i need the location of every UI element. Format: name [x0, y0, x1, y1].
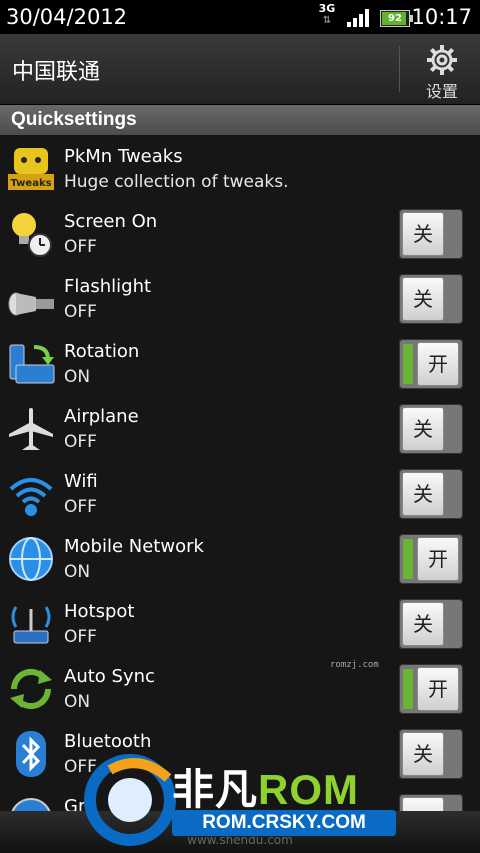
item-title: Rotation — [64, 341, 140, 362]
item-status: ON — [64, 692, 91, 712]
toggle-knob: 关 — [402, 732, 444, 776]
auto-sync-icon — [10, 668, 52, 710]
item-status: OFF — [64, 302, 97, 322]
item-status: OFF — [64, 627, 97, 647]
settings-button[interactable]: 设置 — [404, 34, 480, 104]
list-item-airplane[interactable]: Airplane OFF 关 — [0, 396, 480, 461]
list-item-hotspot[interactable]: Hotspot OFF 关 — [0, 591, 480, 656]
toggle-knob: 关 — [402, 602, 444, 646]
screen-on-toggle[interactable]: 关 — [399, 209, 463, 259]
status-date: 30/04/2012 — [6, 5, 128, 29]
toggle-knob: 关 — [402, 212, 444, 256]
network-type-label: 3G — [318, 2, 336, 15]
toggle-on-indicator — [403, 344, 413, 384]
item-status: OFF — [64, 237, 97, 257]
header-divider — [399, 46, 400, 92]
gps-icon — [11, 798, 51, 811]
rotation-toggle[interactable]: 开 — [399, 339, 463, 389]
list-item-screen-on[interactable]: Screen On OFF 关 — [0, 201, 480, 266]
status-time: 10:17 — [411, 5, 472, 29]
wifi-icon — [9, 478, 53, 516]
item-title: Hotspot — [64, 601, 135, 622]
toggle-on-indicator — [403, 669, 413, 709]
section-header: Quicksettings — [0, 105, 480, 135]
toggle-knob — [402, 797, 444, 811]
brand-domain: ROM.CRSKY.COM — [172, 810, 396, 836]
item-title: Auto Sync — [64, 666, 155, 687]
item-status: ON — [64, 367, 91, 387]
status-bar: 30/04/2012 3G ⇅ 92 10:17 — [0, 0, 480, 34]
bluetooth-icon — [16, 731, 46, 777]
item-title: Airplane — [64, 406, 139, 427]
screen-on-icon — [12, 213, 52, 257]
toggle-knob: 关 — [402, 407, 444, 451]
toggle-knob: 开 — [417, 537, 459, 581]
network-type-indicator: 3G ⇅ — [316, 3, 338, 26]
settings-label: 设置 — [425, 82, 458, 101]
flashlight-toggle[interactable]: 关 — [399, 274, 463, 324]
list-item-flashlight[interactable]: Flashlight OFF 关 — [0, 266, 480, 331]
brand-name: 非凡ROM — [172, 766, 360, 813]
wifi-toggle[interactable]: 关 — [399, 469, 463, 519]
data-arrows-icon: ⇅ — [322, 15, 332, 26]
hotspot-toggle[interactable]: 关 — [399, 599, 463, 649]
battery-icon: 92 — [380, 10, 413, 27]
mobile-network-icon — [9, 537, 53, 581]
item-title: Screen On — [64, 211, 158, 232]
signal-strength-icon — [347, 9, 369, 27]
auto-sync-toggle[interactable]: 开 — [399, 664, 463, 714]
airplane-toggle[interactable]: 关 — [399, 404, 463, 454]
pkmn-tweaks-icon: Tweaks — [8, 148, 54, 190]
battery-level: 92 — [388, 13, 402, 24]
list-item-auto-sync[interactable]: Auto Sync ON 开 — [0, 656, 480, 721]
brand-logo-icon — [84, 754, 176, 846]
item-status: OFF — [64, 497, 97, 517]
item-title: Wifi — [64, 471, 98, 492]
rotation-icon — [9, 344, 55, 384]
list-item-wifi[interactable]: Wifi OFF 关 — [0, 461, 480, 526]
list-item-pkmn-tweaks[interactable]: Tweaks PkMn Tweaks Huge collection of tw… — [0, 136, 480, 201]
hotspot-icon — [11, 606, 51, 644]
watermark-romzj: romzj.com — [330, 660, 379, 670]
brand-watermark: 非凡ROM ROM.CRSKY.COM — [80, 748, 400, 848]
list-item-rotation[interactable]: Rotation ON 开 — [0, 331, 480, 396]
toggle-knob: 关 — [402, 277, 444, 321]
item-title: Flashlight — [64, 276, 152, 297]
bluetooth-toggle[interactable]: 关 — [399, 729, 463, 779]
toggle-knob: 开 — [417, 342, 459, 386]
toggle-knob: 关 — [402, 472, 444, 516]
airplane-icon — [9, 408, 53, 450]
section-title: Quicksettings — [11, 109, 137, 130]
gear-icon — [427, 45, 457, 75]
item-status: ON — [64, 562, 91, 582]
list-item-mobile-network[interactable]: Mobile Network ON 开 — [0, 526, 480, 591]
quicksettings-list: Tweaks PkMn Tweaks Huge collection of tw… — [0, 136, 480, 811]
flashlight-icon — [8, 292, 54, 316]
item-status: OFF — [64, 432, 97, 452]
carrier-name: 中国联通 — [12, 60, 101, 85]
item-title: Mobile Network — [64, 536, 204, 557]
item-subtitle: Huge collection of tweaks. — [64, 172, 289, 192]
item-title: PkMn Tweaks — [64, 146, 183, 167]
toggle-on-indicator — [403, 539, 413, 579]
mobile-network-toggle[interactable]: 开 — [399, 534, 463, 584]
svg-text:Tweaks: Tweaks — [10, 178, 51, 189]
app-header: 中国联通 设置 — [0, 34, 480, 105]
gps-toggle[interactable] — [399, 794, 463, 811]
toggle-knob: 开 — [417, 667, 459, 711]
